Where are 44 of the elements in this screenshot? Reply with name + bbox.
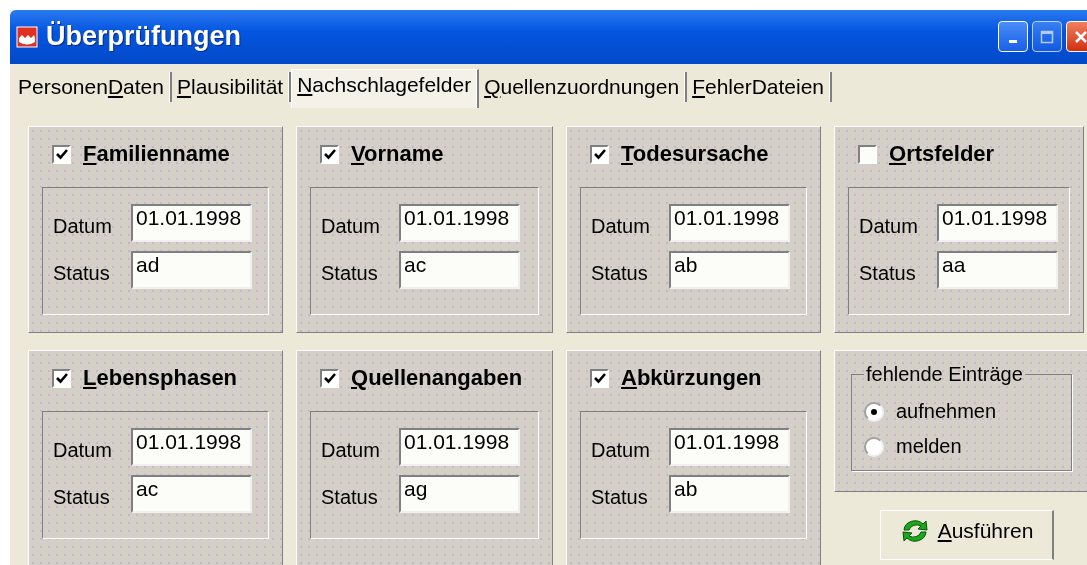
tab[interactable]: Quellenzuordnungen — [479, 72, 688, 102]
group-checkbox[interactable]: Ortsfelder — [858, 141, 1070, 167]
tab[interactable]: Nachschlagefelder — [291, 69, 480, 108]
field-label: Datum — [321, 439, 381, 463]
date-field[interactable]: 01.01.1998 — [399, 204, 520, 242]
run-button[interactable]: Ausführen — [880, 510, 1054, 560]
status-field[interactable]: aa — [937, 251, 1058, 289]
field-label: Datum — [321, 215, 381, 239]
field-label: Status — [53, 486, 111, 510]
radio-option[interactable]: melden — [864, 435, 1063, 458]
field-label: Datum — [859, 215, 919, 239]
field-label: Status — [53, 262, 111, 286]
date-field[interactable]: 01.01.1998 — [131, 428, 252, 466]
group-title: fehlende Einträge — [865, 363, 1024, 386]
status-field[interactable]: ad — [131, 251, 252, 289]
date-field[interactable]: 01.01.1998 — [937, 204, 1058, 242]
date-field[interactable]: 01.01.1998 — [669, 204, 790, 242]
tab[interactable]: FehlerDateien — [687, 72, 833, 102]
status-field[interactable]: ag — [399, 475, 520, 513]
group-checkbox[interactable]: Abkürzungen — [590, 365, 807, 391]
field-label: Datum — [591, 215, 651, 239]
date-field[interactable]: 01.01.1998 — [131, 204, 252, 242]
group-checkbox[interactable]: Lebensphasen — [52, 365, 269, 391]
group-checkbox[interactable]: Todesursache — [590, 141, 807, 167]
field-label: Status — [321, 262, 379, 286]
status-field[interactable]: ac — [131, 475, 252, 513]
field-label: Status — [321, 486, 379, 510]
status-field[interactable]: ac — [399, 251, 520, 289]
date-field[interactable]: 01.01.1998 — [399, 428, 520, 466]
field-label: Datum — [53, 439, 113, 463]
window-title: Überprüfungen — [46, 21, 242, 53]
field-label: Datum — [53, 215, 113, 239]
group-checkbox[interactable]: Vorname — [320, 141, 539, 167]
field-label: Datum — [591, 439, 651, 463]
group-checkbox[interactable]: Quellenangaben — [320, 365, 539, 391]
field-label: Status — [591, 486, 649, 510]
field-label: Status — [591, 262, 649, 286]
date-field[interactable]: 01.01.1998 — [669, 428, 790, 466]
group-checkbox[interactable]: Familienname — [52, 141, 269, 167]
status-field[interactable]: ab — [669, 475, 790, 513]
radio-option[interactable]: aufnehmen — [864, 400, 1063, 423]
status-field[interactable]: ab — [669, 251, 790, 289]
tab[interactable]: PersonenDaten — [13, 72, 172, 102]
field-label: Status — [859, 262, 917, 286]
